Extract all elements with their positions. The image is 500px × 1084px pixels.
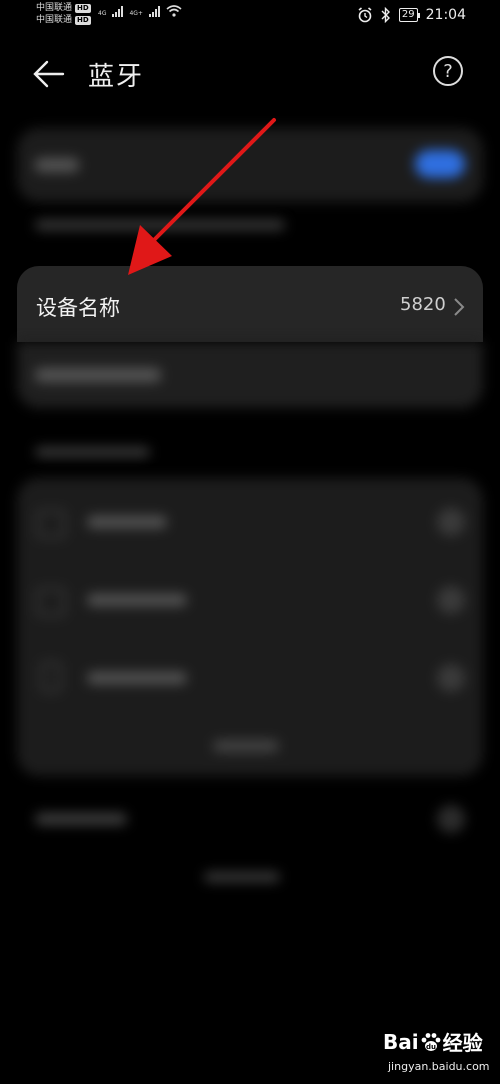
hd-badge: HD bbox=[75, 3, 91, 13]
chevron-right-icon bbox=[454, 298, 465, 316]
blurred-footer-text bbox=[204, 872, 280, 882]
battery-icon: 29 bbox=[398, 8, 420, 22]
svg-text:du: du bbox=[426, 1043, 436, 1051]
status-right: 29 21:04 bbox=[357, 7, 466, 23]
watermark-url: jingyan.baidu.com bbox=[388, 1060, 490, 1073]
bluetooth-icon bbox=[381, 7, 390, 23]
alarm-icon bbox=[358, 7, 372, 23]
blurred-paired-devices-card bbox=[17, 478, 483, 776]
blurred-section-header bbox=[35, 447, 150, 457]
carrier-2: 中国联通 bbox=[36, 15, 73, 25]
hd-badge: HD bbox=[75, 15, 91, 25]
carrier-1: 中国联通 bbox=[36, 3, 73, 13]
baidu-jingyan-logo: Bai du 经验 bbox=[383, 1029, 483, 1056]
device-name-label: 设备名称 bbox=[36, 296, 120, 320]
status-carriers: 中国联通 HD 中国联通 HD bbox=[36, 2, 91, 26]
wifi-icon bbox=[166, 5, 182, 17]
signal-bars-icon bbox=[112, 6, 124, 17]
signal-bars-icon bbox=[148, 6, 160, 17]
paw-icon: du bbox=[421, 1032, 441, 1051]
help-icon[interactable]: ? bbox=[433, 56, 463, 86]
page-title: 蓝牙 bbox=[88, 62, 145, 92]
back-arrow-icon[interactable] bbox=[33, 60, 65, 88]
network-type-1: 4G bbox=[98, 10, 107, 17]
annotation-arrow-icon bbox=[128, 118, 276, 275]
network-type-2: 4G+ bbox=[129, 10, 143, 17]
blurred-received-files-row bbox=[17, 342, 483, 408]
clock: 21:04 bbox=[425, 7, 466, 23]
signal-indicators: 4G 4G+ bbox=[98, 5, 182, 17]
blurred-bottom-row bbox=[17, 795, 483, 845]
device-name-value: 5820 bbox=[400, 294, 446, 315]
